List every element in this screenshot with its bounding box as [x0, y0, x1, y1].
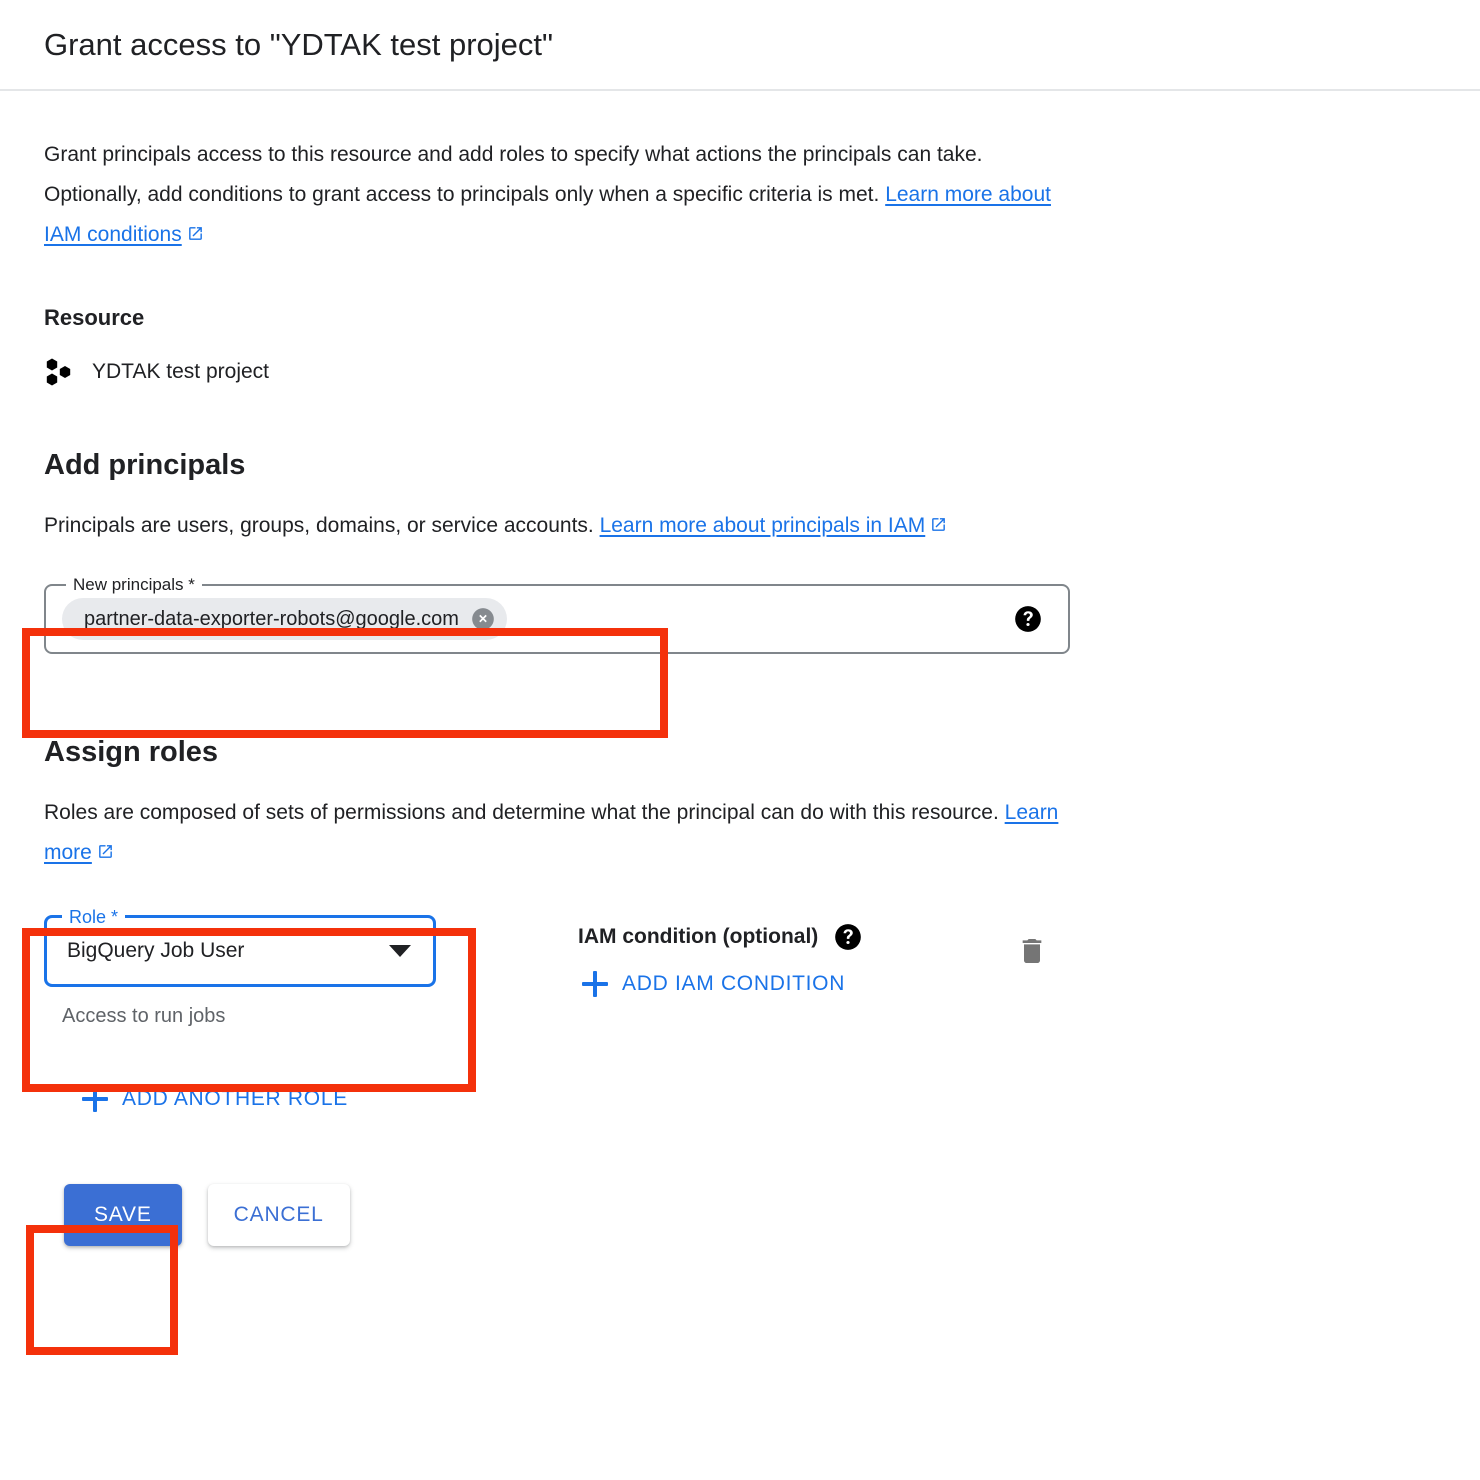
plus-icon	[582, 971, 608, 997]
dialog-body: Grant principals access to this resource…	[0, 91, 1480, 1246]
role-select-group: Role * BigQuery Job User Access to run j…	[44, 905, 474, 1028]
resource-heading: Resource	[44, 305, 145, 330]
plus-icon	[82, 1086, 108, 1112]
save-button[interactable]: SAVE	[64, 1184, 182, 1246]
new-principals-help-icon[interactable]	[1014, 605, 1042, 633]
iam-condition-help-icon[interactable]	[834, 923, 862, 951]
chevron-down-icon	[389, 945, 411, 957]
trash-icon	[1016, 935, 1048, 970]
add-principals-section: Add principals Principals are users, gro…	[44, 449, 1436, 654]
external-link-icon	[187, 225, 204, 242]
assign-roles-desc-text: Roles are composed of sets of permission…	[44, 801, 1005, 824]
assign-roles-description: Roles are composed of sets of permission…	[44, 793, 1074, 873]
role-select-label: Role *	[62, 905, 126, 929]
add-iam-condition-button[interactable]: ADD IAM CONDITION	[578, 965, 855, 1003]
add-principals-heading: Add principals	[44, 449, 246, 481]
learn-more-principals-link[interactable]: Learn more about principals in IAM	[600, 514, 926, 537]
page-title: Grant access to "YDTAK test project"	[44, 26, 554, 62]
intro-text: Grant principals access to this resource…	[44, 143, 983, 206]
add-principals-desc-text: Principals are users, groups, domains, o…	[44, 514, 600, 537]
gcp-project-icon	[44, 357, 74, 387]
add-principals-description: Principals are users, groups, domains, o…	[44, 506, 1074, 546]
delete-role-button[interactable]	[1010, 929, 1054, 976]
iam-condition-label: IAM condition (optional)	[578, 925, 819, 948]
dialog-header: Grant access to "YDTAK test project"	[0, 0, 1480, 91]
role-select[interactable]: Role * BigQuery Job User	[44, 905, 436, 987]
role-row: Role * BigQuery Job User Access to run j…	[44, 905, 1436, 1028]
learn-more-principals-label: Learn more about principals in IAM	[599, 514, 926, 537]
assign-roles-heading: Assign roles	[44, 736, 219, 768]
external-link-icon	[97, 843, 114, 860]
iam-condition-label-row: IAM condition (optional)	[578, 923, 862, 951]
role-select-value: BigQuery Job User	[67, 939, 245, 962]
principal-chip[interactable]: partner-data-exporter-robots@google.com	[62, 598, 507, 640]
intro-paragraph: Grant principals access to this resource…	[44, 135, 1074, 255]
cancel-button[interactable]: CANCEL	[207, 1184, 350, 1246]
delete-role-group	[1010, 915, 1054, 976]
add-another-role-button[interactable]: ADD ANOTHER ROLE	[78, 1080, 358, 1118]
new-principals-content: partner-data-exporter-robots@google.com	[44, 584, 1070, 654]
dialog-actions: SAVE CANCEL	[44, 1184, 1436, 1246]
add-iam-condition-label: ADD IAM CONDITION	[622, 972, 846, 995]
add-another-role-label: ADD ANOTHER ROLE	[122, 1087, 348, 1110]
resource-row: YDTAK test project	[44, 357, 1436, 387]
close-circle-icon[interactable]	[470, 606, 496, 632]
iam-condition-group: IAM condition (optional) ADD IAM CONDITI…	[578, 915, 862, 1003]
resource-name: YDTAK test project	[92, 360, 270, 383]
external-link-icon	[930, 516, 947, 533]
assign-roles-section: Assign roles Roles are composed of sets …	[44, 736, 1436, 1118]
principal-chip-label: partner-data-exporter-robots@google.com	[84, 607, 459, 630]
role-hint: Access to run jobs	[62, 1005, 226, 1027]
new-principals-field-wrap: New principals * partner-data-exporter-r…	[44, 574, 1070, 654]
